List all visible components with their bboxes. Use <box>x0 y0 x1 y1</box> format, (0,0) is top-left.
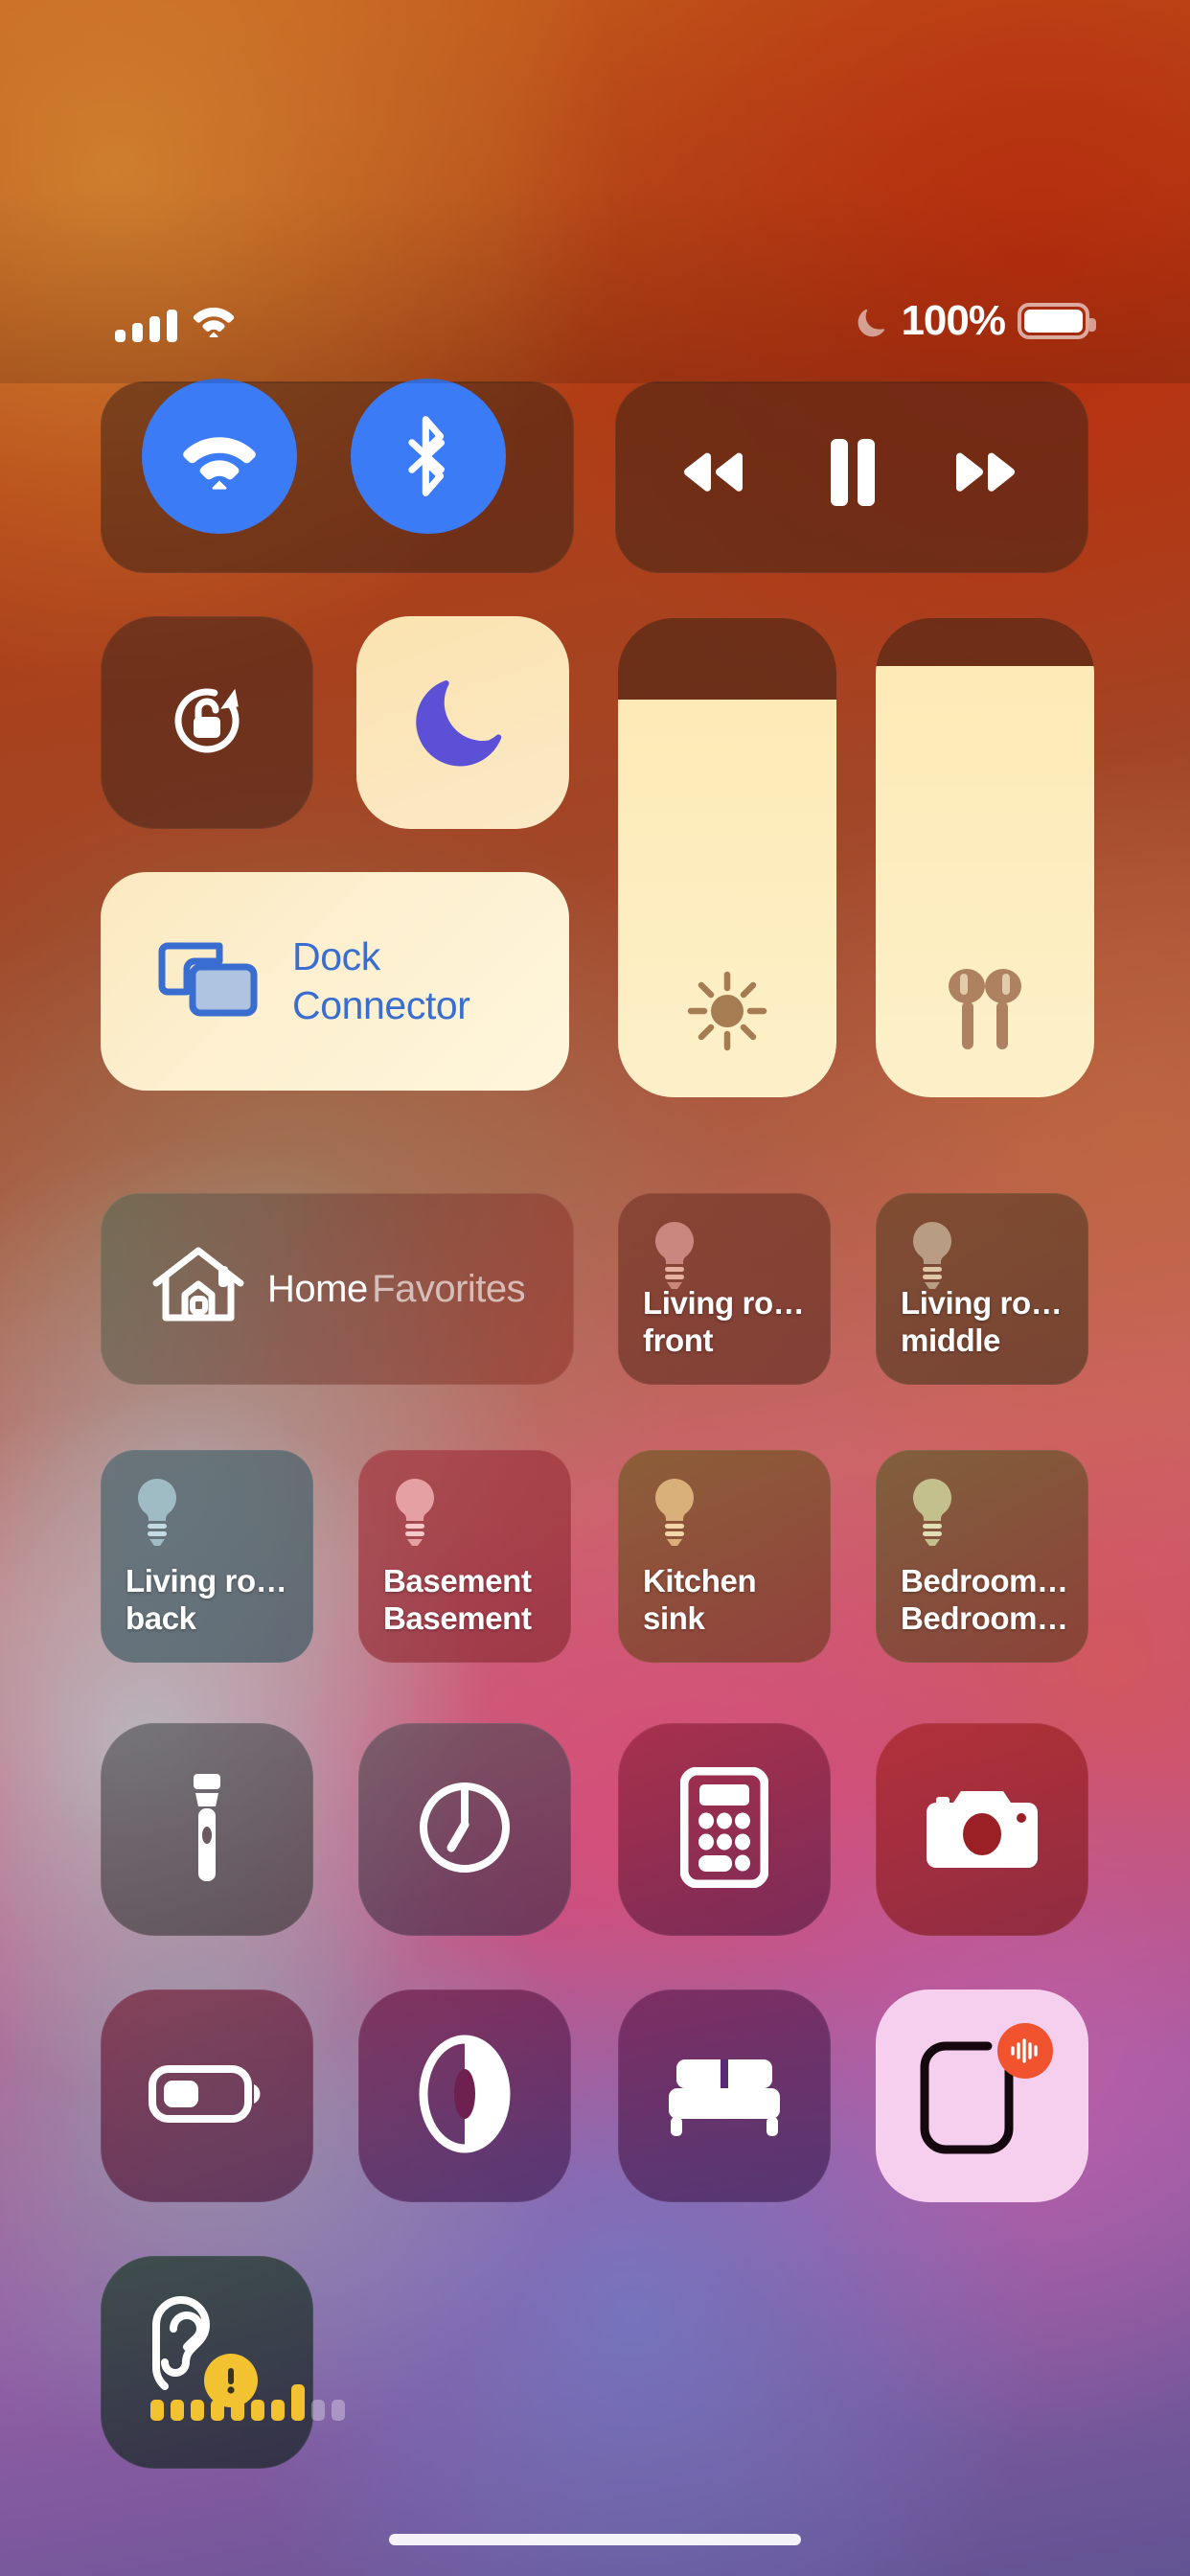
do-not-disturb-toggle[interactable] <box>356 616 569 829</box>
hearing-button[interactable] <box>101 2256 345 2469</box>
screen-mirroring-tile[interactable]: Dock Connector <box>101 872 569 1091</box>
screen-recording-icon <box>915 2023 1053 2163</box>
accessory-tile-living-room-front[interactable]: Living ro… front <box>618 1193 831 1385</box>
screen-mirroring-line2: Connector <box>292 983 470 1027</box>
accessory-tile-bedroom[interactable]: Bedroom… Bedroom… <box>876 1450 1088 1663</box>
dark-mode-icon <box>412 2033 517 2160</box>
home-subtitle: Favorites <box>372 1268 526 1310</box>
accessory-label: Living ro… front <box>643 1284 805 1359</box>
calculator-button[interactable] <box>618 1723 831 1936</box>
rotation-lock-toggle[interactable] <box>101 616 313 829</box>
status-bar: 100% <box>0 0 1190 383</box>
rewind-button[interactable] <box>659 422 765 527</box>
pause-icon <box>826 437 880 513</box>
accessory-tile-living-room-middle[interactable]: Living ro… middle <box>876 1193 1088 1385</box>
sound-level-meter <box>150 2384 345 2421</box>
crescent-moon-icon <box>856 304 888 338</box>
accessory-tile-living-room-back[interactable]: Living ro… back <box>101 1450 313 1663</box>
accessory-tile-kitchen-sink[interactable]: Kitchen sink <box>618 1450 831 1663</box>
home-title: Home <box>267 1268 368 1310</box>
accessory-label: Living ro… back <box>126 1562 287 1637</box>
rewind-icon <box>676 450 747 499</box>
house-icon <box>150 1241 246 1338</box>
status-bar-right: 100% <box>856 297 1096 345</box>
home-text: Home Favorites <box>267 1267 526 1311</box>
wifi-toggle[interactable] <box>142 379 297 534</box>
sleep-mode-button[interactable] <box>618 1990 831 2202</box>
lightbulb-icon <box>647 1475 702 1554</box>
screen-mirroring-icon <box>158 938 260 1025</box>
low-power-mode-button[interactable] <box>101 1990 313 2202</box>
cellular-signal-icon <box>115 310 177 342</box>
accessory-label: Living ro… middle <box>901 1284 1063 1359</box>
control-center-screen: 100% Dock Connector Home Favorites Livin… <box>0 0 1190 2576</box>
wifi-icon <box>193 305 235 342</box>
bluetooth-toggle[interactable] <box>351 379 506 534</box>
status-bar-left <box>115 305 235 342</box>
accessory-label: Bedroom… Bedroom… <box>901 1562 1068 1637</box>
accessory-label: Kitchen sink <box>643 1562 757 1637</box>
calculator-icon <box>679 1766 769 1893</box>
fast-forward-icon <box>951 450 1022 499</box>
screen-mirroring-line1: Dock <box>292 933 380 978</box>
crescent-moon-icon <box>413 671 513 775</box>
screen-recording-button[interactable] <box>876 1990 1088 2202</box>
flashlight-button[interactable] <box>101 1723 313 1936</box>
sun-icon <box>618 967 836 1055</box>
camera-button[interactable] <box>876 1723 1088 1936</box>
lightbulb-icon <box>129 1475 185 1554</box>
battery-full-icon <box>1018 303 1096 339</box>
brightness-slider[interactable] <box>618 618 836 1097</box>
timer-icon <box>408 1771 521 1889</box>
battery-low-icon <box>149 2059 265 2133</box>
flashlight-icon <box>182 1770 232 1890</box>
airpods-icon <box>876 961 1094 1055</box>
battery-percentage: 100% <box>901 297 1006 344</box>
home-indicator[interactable] <box>389 2534 801 2545</box>
bed-icon <box>663 2048 786 2145</box>
lightbulb-icon <box>387 1475 443 1554</box>
recording-badge <box>997 2023 1053 2079</box>
dark-mode-button[interactable] <box>358 1990 571 2202</box>
timer-button[interactable] <box>358 1723 571 1936</box>
ear-icon <box>116 2271 345 2453</box>
volume-slider[interactable] <box>876 618 1094 1097</box>
pause-button[interactable] <box>800 412 905 537</box>
home-tile[interactable]: Home Favorites <box>101 1193 574 1385</box>
rotation-lock-icon <box>153 667 261 779</box>
accessory-label: Basement Basement <box>383 1562 532 1637</box>
accessory-tile-basement[interactable]: Basement Basement <box>358 1450 571 1663</box>
fast-forward-button[interactable] <box>934 422 1040 527</box>
lightbulb-icon <box>904 1475 960 1554</box>
camera-icon <box>923 1780 1041 1880</box>
